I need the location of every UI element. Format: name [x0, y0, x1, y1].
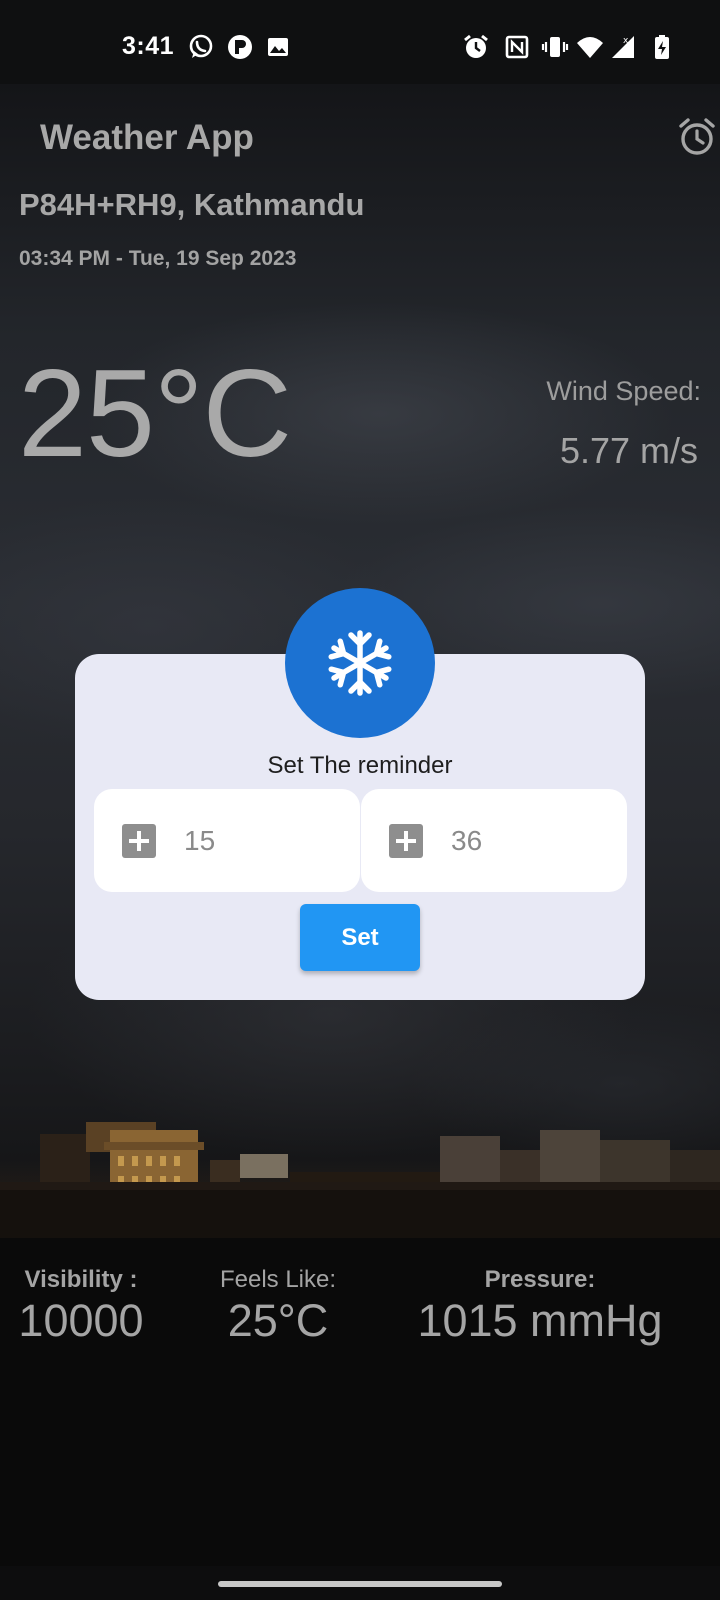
gesture-nav-handle[interactable]: [218, 1581, 502, 1587]
wind-speed-value: 5.77 m/s: [559, 430, 698, 471]
alarm-icon: [464, 34, 488, 58]
pressure-value: 1015 mmHg: [417, 1295, 663, 1346]
plus-box-icon[interactable]: [389, 824, 423, 858]
whatsapp-icon: [189, 34, 213, 58]
nfc-icon: [505, 35, 529, 59]
visibility-value: 10000: [18, 1295, 144, 1346]
notification-app-icon: [228, 35, 252, 59]
minute-field[interactable]: 36: [361, 789, 627, 892]
wifi-icon: [577, 37, 603, 58]
battery-charging-icon: [655, 35, 669, 59]
vibrate-icon: [541, 37, 569, 57]
snowflake-icon: [328, 630, 392, 696]
cell-signal-icon: x: [612, 36, 634, 58]
svg-text:x: x: [623, 36, 629, 46]
wind-speed-label: Wind Speed:: [546, 376, 701, 406]
gallery-icon: [268, 38, 288, 56]
hour-value: 15: [184, 825, 216, 856]
alarm-clock-icon[interactable]: [677, 116, 719, 158]
current-temperature: 25°C: [18, 345, 292, 483]
app-title: Weather App: [40, 118, 254, 157]
plus-box-icon[interactable]: [122, 824, 156, 858]
weather-screen: 3:41 x Weather App P84H+RH9, Kathmandu 0…: [0, 0, 720, 1600]
status-time: 3:41: [122, 32, 175, 60]
visibility-label: Visibility :: [24, 1266, 138, 1293]
status-bar: 3:41 x: [0, 0, 720, 84]
pressure-label: Pressure:: [484, 1266, 596, 1293]
hour-field[interactable]: 15: [94, 789, 360, 892]
dialog-badge: [285, 588, 435, 738]
minute-value: 36: [451, 825, 483, 856]
set-button[interactable]: Set: [300, 904, 420, 971]
city-skyline-image: [0, 1122, 720, 1238]
dialog-title: Set The reminder: [267, 752, 453, 779]
location-label: P84H+RH9, Kathmandu: [19, 187, 365, 222]
feels-like-label: Feels Like:: [219, 1266, 337, 1293]
datetime-label: 03:34 PM - Tue, 19 Sep 2023: [19, 247, 297, 270]
feels-like-value: 25°C: [227, 1295, 329, 1346]
